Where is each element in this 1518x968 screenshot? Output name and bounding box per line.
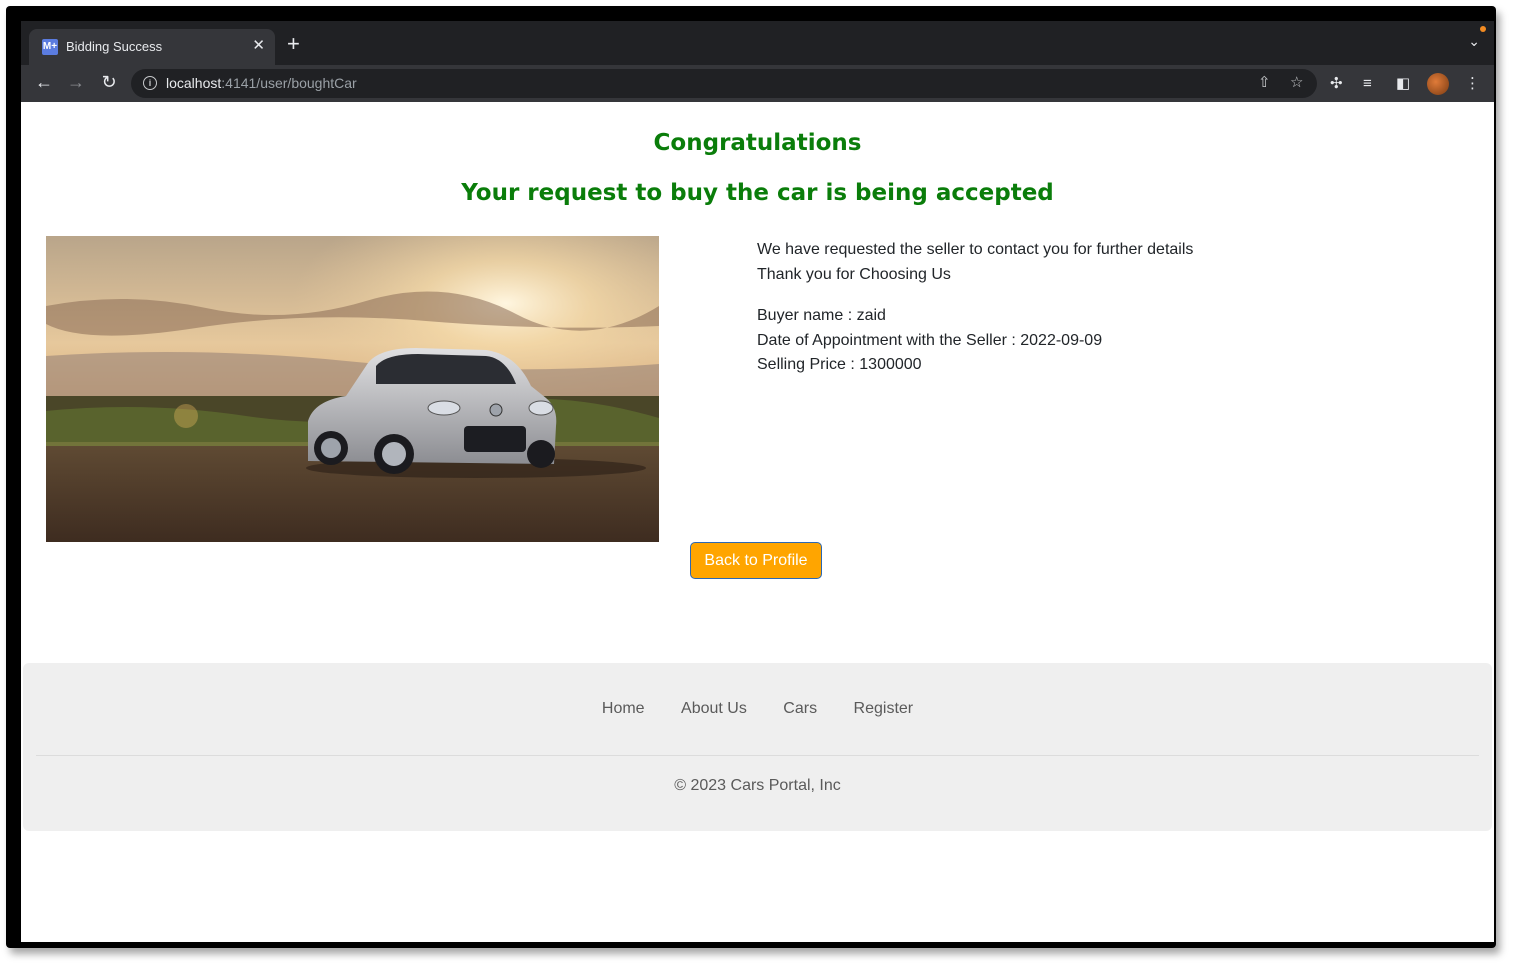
browser-window: M+ Bidding Success ✕ + ⌄ ← → ↻ i localho…: [21, 21, 1494, 942]
bookmark-star-icon[interactable]: ☆: [1290, 74, 1303, 92]
footer-divider: [36, 755, 1479, 756]
footer: Home About Us Cars Register © 2023 Cars …: [23, 663, 1492, 831]
extensions-puzzle-icon[interactable]: ✣: [1330, 75, 1343, 93]
page-content: Congratulations Your request to buy the …: [21, 102, 1494, 942]
side-panel-icon[interactable]: ◧: [1396, 75, 1410, 93]
selling-price: Selling Price : 1300000: [757, 356, 922, 373]
info-icon[interactable]: i: [143, 76, 157, 90]
share-icon[interactable]: ⇧: [1258, 74, 1271, 92]
back-arrow-icon[interactable]: ←: [33, 72, 55, 92]
footer-link-home[interactable]: Home: [602, 700, 645, 718]
car-photo: [46, 236, 659, 542]
message-line-2: Thank you for Choosing Us: [757, 265, 951, 283]
page-title: Congratulations: [653, 130, 862, 156]
close-tab-icon[interactable]: ✕: [252, 37, 265, 55]
url-text[interactable]: localhost:4141/user/boughtCar: [166, 75, 357, 91]
footer-nav: Home About Us Cars Register: [23, 700, 1492, 718]
url-path: :4141/user/boughtCar: [221, 75, 357, 91]
kebab-menu-icon[interactable]: ⋮: [1465, 75, 1480, 93]
appointment-date: Date of Appointment with the Seller : 20…: [757, 331, 1103, 349]
tab-title: Bidding Success: [66, 39, 163, 54]
notification-dot-icon: [1480, 26, 1486, 32]
reading-list-icon[interactable]: ≡: [1363, 75, 1372, 93]
footer-link-cars[interactable]: Cars: [783, 700, 817, 718]
forward-arrow-icon[interactable]: →: [65, 72, 87, 92]
address-bar[interactable]: i localhost:4141/user/boughtCar ⇧ ☆: [131, 69, 1317, 98]
browser-toolbar: ← → ↻ i localhost:4141/user/boughtCar ⇧ …: [21, 65, 1494, 102]
buyer-name: Buyer name : zaid: [757, 307, 886, 324]
profile-avatar[interactable]: [1427, 73, 1449, 95]
reload-icon[interactable]: ↻: [98, 72, 120, 92]
message-line-1: We have requested the seller to contact …: [757, 241, 1194, 258]
tab-bidding-success[interactable]: M+ Bidding Success ✕: [29, 29, 275, 65]
footer-link-register[interactable]: Register: [854, 700, 914, 718]
tab-bar: M+ Bidding Success ✕ + ⌄: [21, 21, 1494, 65]
chevron-down-icon[interactable]: ⌄: [1468, 33, 1480, 50]
screenshot-frame: M+ Bidding Success ✕ + ⌄ ← → ↻ i localho…: [6, 6, 1496, 948]
new-tab-icon[interactable]: +: [287, 33, 300, 55]
tab-favicon-icon: M+: [42, 39, 58, 55]
details-spacer: [757, 287, 1193, 304]
copyright-text: © 2023 Cars Portal, Inc: [674, 777, 841, 794]
footer-link-about-us[interactable]: About Us: [681, 700, 747, 718]
purchase-details: We have requested the seller to contact …: [757, 238, 1193, 378]
back-to-profile-button[interactable]: Back to Profile: [690, 542, 822, 579]
url-host: localhost: [166, 75, 222, 91]
page-subtitle: Your request to buy the car is being acc…: [461, 180, 1054, 206]
